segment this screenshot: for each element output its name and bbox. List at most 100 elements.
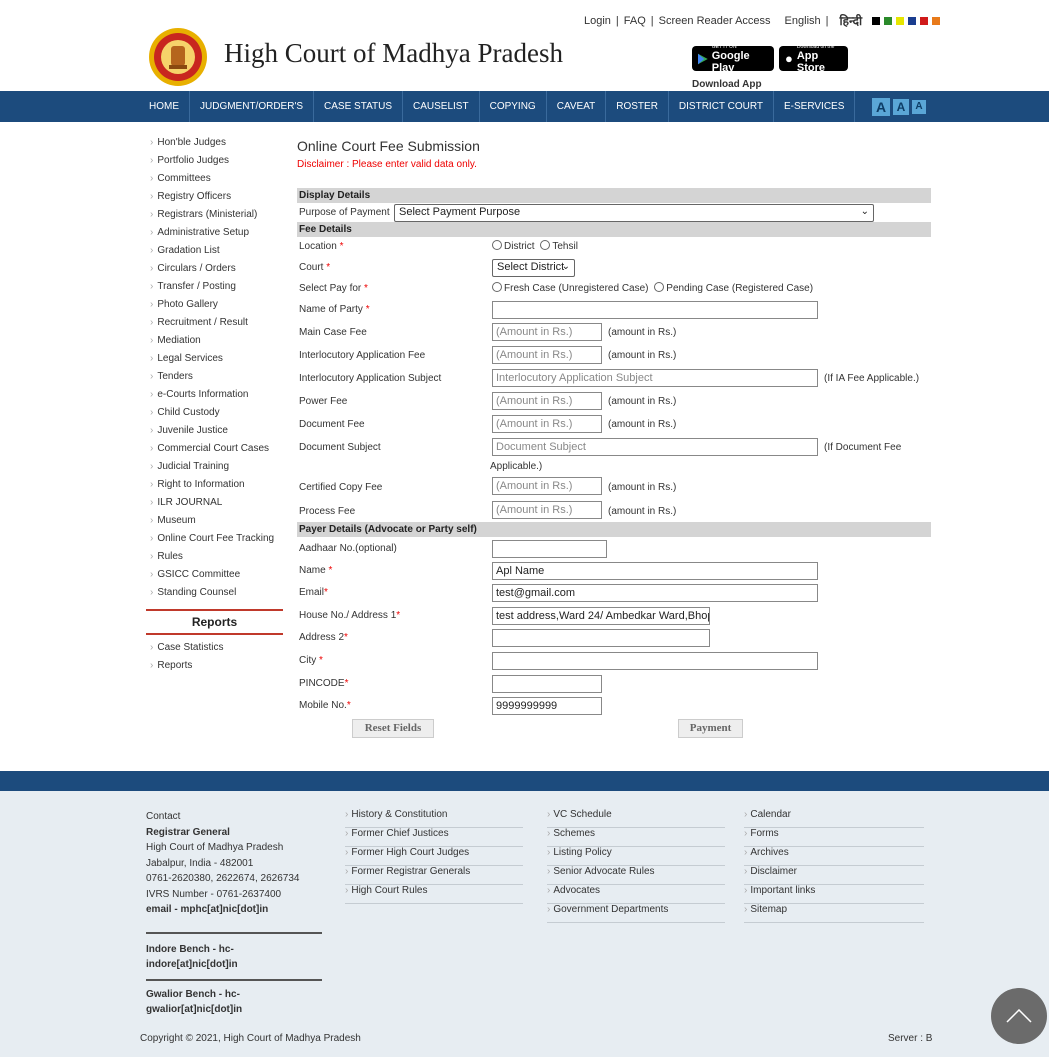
pincode-input[interactable]: [492, 675, 602, 693]
footer-link[interactable]: Listing Policy: [547, 847, 725, 866]
scroll-to-top-button[interactable]: [991, 988, 1047, 1044]
nav-home[interactable]: HOME: [141, 91, 190, 122]
login-link[interactable]: Login: [584, 15, 611, 27]
sidebar-item[interactable]: Tenders: [146, 370, 283, 388]
mobile-input[interactable]: 9999999999: [492, 697, 602, 715]
sidebar-item[interactable]: Registry Officers: [146, 190, 283, 208]
certified-fee-input[interactable]: (Amount in Rs.): [492, 477, 602, 495]
footer-link[interactable]: VC Schedule: [547, 809, 725, 828]
sidebar-report-item[interactable]: Case Statistics: [146, 641, 283, 659]
ia-subject-input[interactable]: Interlocutory Application Subject: [492, 369, 818, 387]
process-fee-input[interactable]: (Amount in Rs.): [492, 501, 602, 519]
footer-link[interactable]: Calendar: [744, 809, 924, 828]
sidebar-item[interactable]: ILR JOURNAL: [146, 496, 283, 514]
sidebar-item[interactable]: Hon'ble Judges: [146, 136, 283, 154]
sidebar-item[interactable]: Rules: [146, 550, 283, 568]
location-district-radio[interactable]: [492, 240, 502, 250]
app-store-button[interactable]: ● Download on the App Store: [779, 44, 848, 74]
theme-swatch-yellow[interactable]: [896, 16, 905, 25]
nav-caveat[interactable]: CAVEAT: [547, 91, 607, 122]
sidebar-item[interactable]: Museum: [146, 514, 283, 532]
sidebar-item[interactable]: Committees: [146, 172, 283, 190]
sidebar-item[interactable]: Administrative Setup: [146, 226, 283, 244]
court-value: Select District: [497, 261, 565, 273]
chevron-down-icon: ⌄: [860, 206, 869, 217]
theme-swatch-black[interactable]: [872, 16, 881, 25]
document-subject-input[interactable]: Document Subject: [492, 438, 818, 456]
nav-copying[interactable]: COPYING: [480, 91, 547, 122]
sidebar-item[interactable]: Transfer / Posting: [146, 280, 283, 298]
footer-link[interactable]: Senior Advocate Rules: [547, 866, 725, 885]
pending-case-radio[interactable]: [654, 282, 665, 292]
sidebar-item[interactable]: GSICC Committee: [146, 568, 283, 586]
sidebar-item[interactable]: Mediation: [146, 334, 283, 352]
footer-link[interactable]: Schemes: [547, 828, 725, 847]
court-select[interactable]: Select District ⌄: [492, 259, 575, 277]
sidebar-report-item[interactable]: Reports: [146, 659, 283, 677]
footer-link[interactable]: Advocates: [547, 885, 725, 904]
sidebar-item[interactable]: Legal Services: [146, 352, 283, 370]
theme-swatch-blue[interactable]: [908, 16, 917, 25]
footer-link[interactable]: Disclaimer: [744, 866, 924, 885]
main-case-fee-input[interactable]: (Amount in Rs.): [492, 323, 602, 341]
fresh-case-radio[interactable]: [492, 282, 502, 292]
sidebar-item[interactable]: Online Court Fee Tracking: [146, 532, 283, 550]
reset-fields-button[interactable]: Reset Fields: [352, 719, 434, 738]
nav-roster[interactable]: ROSTER: [606, 91, 669, 122]
footer-link[interactable]: Forms: [744, 828, 924, 847]
email-input[interactable]: test@gmail.com: [492, 584, 818, 602]
payment-button[interactable]: Payment: [678, 719, 743, 738]
sidebar-item[interactable]: Right to Information: [146, 478, 283, 496]
fresh-case-label: Fresh Case (Unregistered Case): [504, 283, 649, 294]
sidebar-item[interactable]: Portfolio Judges: [146, 154, 283, 172]
footer-link[interactable]: Archives: [744, 847, 924, 866]
theme-swatch-orange[interactable]: [932, 16, 941, 25]
sidebar-item[interactable]: Registrars (Ministerial): [146, 208, 283, 226]
footer-link[interactable]: History & Constitution: [345, 809, 523, 828]
screen-reader-link[interactable]: Screen Reader Access: [659, 15, 771, 27]
nav-causelist[interactable]: CAUSELIST: [403, 91, 480, 122]
faq-link[interactable]: FAQ: [624, 15, 646, 27]
document-fee-input[interactable]: (Amount in Rs.): [492, 415, 602, 433]
nav-judgment-orders[interactable]: JUDGMENT/ORDER'S: [190, 91, 315, 122]
address2-input[interactable]: [492, 629, 710, 647]
footer-link[interactable]: Sitemap: [744, 904, 924, 923]
footer-link[interactable]: Important links: [744, 885, 924, 904]
sidebar-item[interactable]: Circulars / Orders: [146, 262, 283, 280]
power-fee-input[interactable]: (Amount in Rs.): [492, 392, 602, 410]
aadhaar-input[interactable]: [492, 540, 607, 558]
footer-link[interactable]: Former Registrar Generals: [345, 866, 523, 885]
font-decrease-button[interactable]: A: [912, 100, 926, 114]
address1-input[interactable]: test address,Ward 24/ Ambedkar Ward,Bhop…: [492, 607, 710, 625]
sidebar-item[interactable]: Child Custody: [146, 406, 283, 424]
sidebar-item[interactable]: Photo Gallery: [146, 298, 283, 316]
theme-swatch-green[interactable]: [884, 16, 893, 25]
footer-link[interactable]: Government Departments: [547, 904, 725, 923]
address-line-1: High Court of Madhya Pradesh: [146, 842, 284, 853]
sidebar-item[interactable]: Juvenile Justice: [146, 424, 283, 442]
sidebar-item[interactable]: Judicial Training: [146, 460, 283, 478]
font-increase-button[interactable]: A: [872, 98, 890, 116]
theme-swatch-red[interactable]: [920, 16, 929, 25]
font-normal-button[interactable]: A: [893, 99, 909, 115]
google-play-button[interactable]: GET IT ON Google Play: [692, 44, 774, 74]
party-name-input[interactable]: [492, 301, 818, 319]
location-tehsil-radio[interactable]: [540, 240, 551, 250]
footer-link[interactable]: High Court Rules: [345, 885, 523, 904]
english-link[interactable]: English: [785, 15, 821, 27]
sidebar-item[interactable]: Gradation List: [146, 244, 283, 262]
city-input[interactable]: [492, 652, 818, 670]
sidebar-item[interactable]: Commercial Court Cases: [146, 442, 283, 460]
nav-case-status[interactable]: CASE STATUS: [314, 91, 404, 122]
purpose-select[interactable]: Select Payment Purpose ⌄: [394, 204, 874, 222]
sidebar-item[interactable]: Standing Counsel: [146, 586, 283, 604]
footer-link[interactable]: Former Chief Justices: [345, 828, 523, 847]
sidebar-item[interactable]: e-Courts Information: [146, 388, 283, 406]
nav-e-services[interactable]: E-SERVICES: [774, 91, 856, 122]
nav-district-court[interactable]: DISTRICT COURT: [669, 91, 774, 122]
court-label: Court *: [299, 262, 331, 273]
name-input[interactable]: Apl Name: [492, 562, 818, 580]
ia-fee-input[interactable]: (Amount in Rs.): [492, 346, 602, 364]
sidebar-item[interactable]: Recruitment / Result: [146, 316, 283, 334]
footer-link[interactable]: Former High Court Judges: [345, 847, 523, 866]
